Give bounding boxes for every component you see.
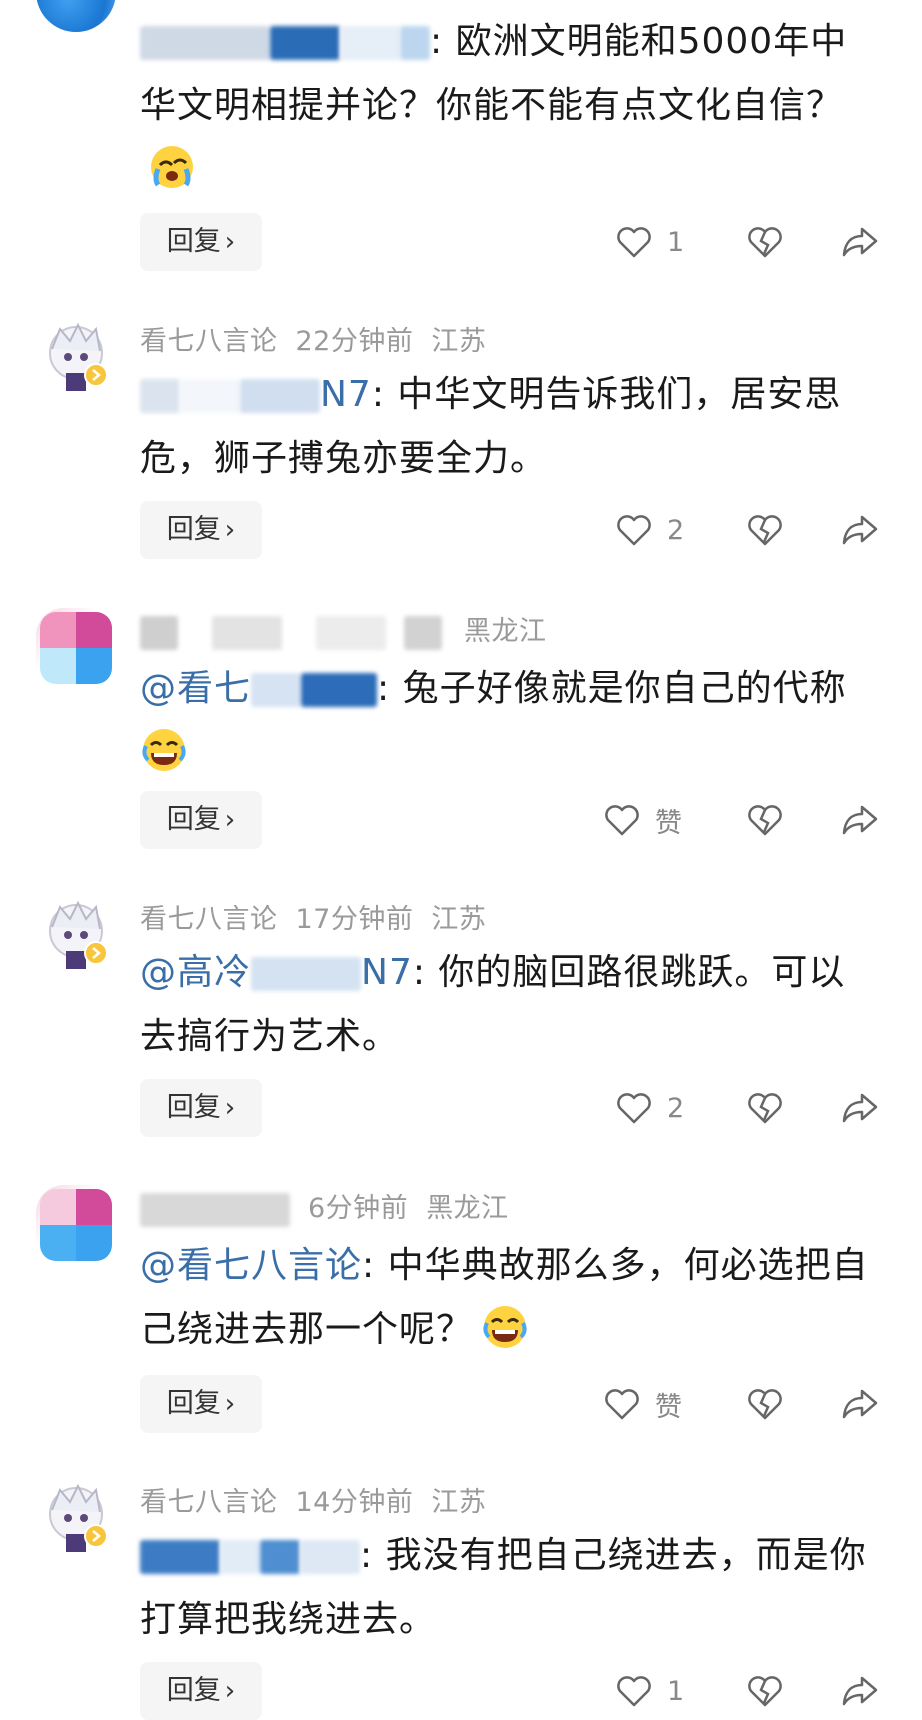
user-avatar[interactable]: [36, 893, 116, 973]
like-button[interactable]: 1: [615, 219, 684, 265]
redacted-username: [220, 1540, 260, 1574]
location: 江苏: [431, 326, 487, 357]
comment-meta: 黑龙江: [140, 609, 565, 650]
username[interactable]: 看七八言论: [140, 1487, 278, 1518]
like-button[interactable]: 赞: [603, 797, 682, 843]
comment-text: @看七八言论: 中华典故那么多，何必选把自己绕进去那一个呢？: [140, 1234, 880, 1362]
mention-link[interactable]: @看七八言论: [140, 1245, 362, 1286]
reply-button[interactable]: 回复 ›: [140, 501, 262, 559]
comment-meta: 6分钟前 黑龙江: [140, 1186, 527, 1227]
redacted-username: [180, 379, 240, 413]
redacted-username: [316, 615, 386, 650]
user-avatar[interactable]: [36, 0, 116, 32]
comment-text: : 我没有把自己绕进去，而是你打算把我绕进去。: [140, 1524, 880, 1652]
comment-body: : 兔子好像就是你自己的代称: [377, 668, 847, 709]
broken-heart-icon[interactable]: [745, 1670, 785, 1710]
like-button[interactable]: 赞: [603, 1381, 682, 1427]
reply-button[interactable]: 回复 ›: [140, 1079, 262, 1137]
timestamp: 22分钟前: [295, 326, 414, 357]
redacted-username: [251, 673, 302, 707]
broken-heart-icon[interactable]: [745, 509, 785, 549]
share-icon[interactable]: [840, 221, 880, 261]
user-avatar[interactable]: [36, 315, 116, 395]
share-icon[interactable]: [840, 509, 880, 549]
comment-actions: 回复 › 赞: [140, 1375, 880, 1433]
like-count: 赞: [655, 1391, 682, 1423]
redacted-username: [140, 26, 270, 60]
redacted-username: [340, 26, 400, 60]
user-avatar[interactable]: [36, 608, 116, 688]
comment-actions: 回复 › 1: [140, 213, 880, 271]
heart-outline-icon: [617, 515, 651, 546]
share-icon[interactable]: [840, 1670, 880, 1710]
heart-outline-icon: [605, 805, 639, 836]
timestamp: 6分钟前: [308, 1193, 409, 1224]
anime-avatar-icon: [49, 900, 108, 969]
comment-meta: 看七八言论 22分钟前 江苏: [140, 319, 504, 358]
comment-text: @高冷 N7: 你的脑回路很跳跃。可以去搞行为艺术。: [140, 952, 846, 1057]
comment-meta: 看七八言论 14分钟前 江苏: [140, 1480, 504, 1519]
redacted-username: [140, 1192, 290, 1227]
like-button[interactable]: 1: [615, 1668, 684, 1714]
heart-outline-icon: [605, 1389, 639, 1420]
redacted-username: [140, 379, 180, 413]
redacted-username: [270, 26, 340, 60]
like-count: 1: [667, 226, 685, 258]
redacted-username: [140, 615, 178, 650]
timestamp: 17分钟前: [295, 904, 414, 935]
laughing-emoji-icon: [142, 729, 186, 771]
comment-actions: 回复 › 1: [140, 1662, 880, 1720]
comment-actions: 回复 › 赞: [140, 791, 880, 849]
comment-text: @看七: 兔子好像就是你自己的代称: [140, 657, 880, 785]
reply-button[interactable]: 回复 ›: [140, 1662, 262, 1720]
crying-emoji-icon: [151, 146, 193, 188]
comment-text: : 欧洲文明能和5000年中华文明相提并论？你能不能有点文化自信？: [140, 10, 880, 202]
username[interactable]: 看七八言论: [140, 326, 278, 357]
redacted-username: [300, 1540, 360, 1574]
broken-heart-icon[interactable]: [745, 221, 785, 261]
location: 江苏: [431, 904, 487, 935]
comment-text: N7: 中华文明告诉我们，居安思危，狮子搏兔亦要全力。: [140, 374, 842, 479]
broken-heart-icon[interactable]: [745, 1383, 785, 1423]
like-button[interactable]: 2: [615, 507, 684, 553]
redacted-username: [240, 379, 320, 413]
share-icon[interactable]: [840, 799, 880, 839]
redacted-username: [260, 1540, 300, 1574]
reply-button[interactable]: 回复 ›: [140, 791, 262, 849]
like-count: 2: [667, 1092, 685, 1124]
comment-meta: 看七八言论 17分钟前 江苏: [140, 897, 504, 936]
location: 江苏: [431, 1487, 487, 1518]
heart-outline-icon: [617, 227, 651, 258]
comment-actions: 回复 › 2: [140, 1079, 880, 1137]
user-avatar[interactable]: [36, 1185, 116, 1265]
broken-heart-icon[interactable]: [745, 1087, 785, 1127]
broken-heart-icon[interactable]: [745, 799, 785, 839]
laughing-emoji-icon: [483, 1306, 527, 1348]
user-avatar[interactable]: [36, 1476, 116, 1556]
like-count: 2: [667, 514, 685, 546]
redacted-username: [212, 615, 282, 650]
anime-avatar-icon: [49, 322, 108, 391]
anime-avatar-icon: [49, 1483, 108, 1552]
redacted-username: [140, 1540, 220, 1574]
heart-outline-icon: [617, 1093, 651, 1124]
redacted-username: [400, 26, 430, 60]
username[interactable]: 看七八言论: [140, 904, 278, 935]
timestamp: 14分钟前: [295, 1487, 414, 1518]
redacted-username: [404, 615, 442, 650]
share-icon[interactable]: [840, 1087, 880, 1127]
redacted-username: [301, 673, 378, 707]
comment-actions: 回复 › 2: [140, 501, 880, 559]
reply-button[interactable]: 回复 ›: [140, 1375, 262, 1433]
reply-button[interactable]: 回复 ›: [140, 213, 262, 271]
like-count: 赞: [655, 807, 682, 839]
heart-outline-icon: [617, 1676, 651, 1707]
like-count: 1: [667, 1675, 685, 1707]
location: 黑龙江: [426, 1193, 509, 1224]
like-button[interactable]: 2: [615, 1085, 684, 1131]
share-icon[interactable]: [840, 1383, 880, 1423]
redacted-username: [251, 957, 362, 991]
location: 黑龙江: [464, 616, 547, 647]
